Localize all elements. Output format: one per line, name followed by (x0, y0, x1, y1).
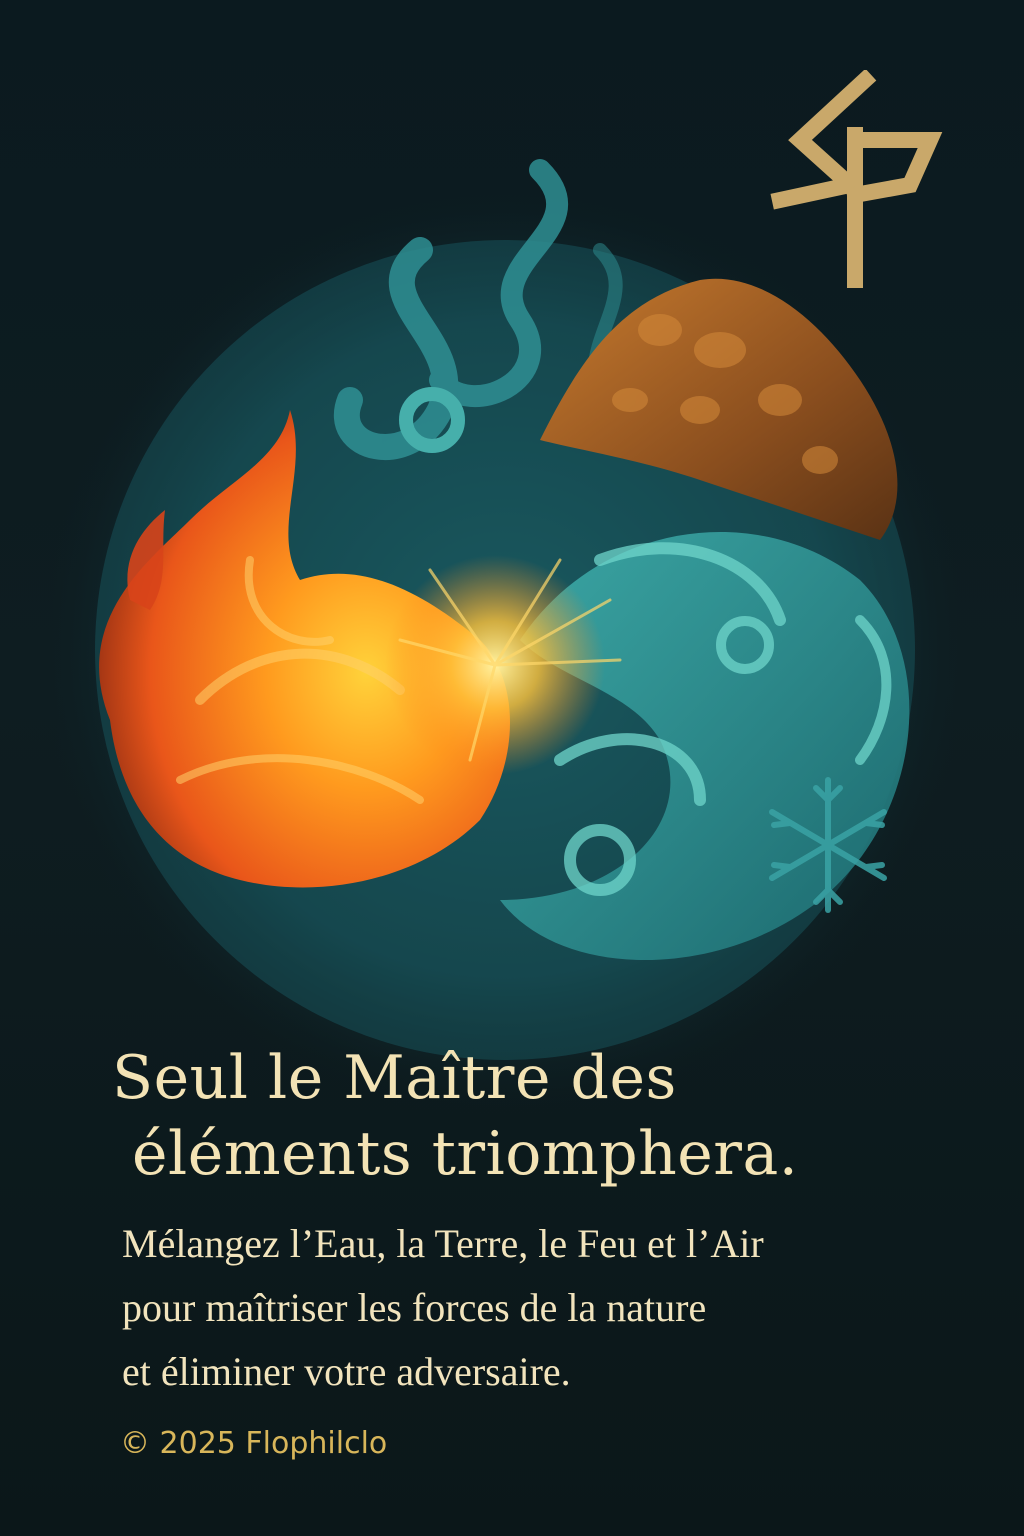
card-poster: Seul le Maître des éléments triomphera. … (0, 0, 1024, 1536)
card-title: Seul le Maître des éléments triomphera. (112, 1040, 932, 1192)
sp-monogram-logo (770, 70, 943, 288)
title-line-1: Seul le Maître des (112, 1043, 677, 1113)
title-line-2: éléments triomphera. (132, 1119, 799, 1189)
description-line-2: pour maîtriser les forces de la nature (122, 1285, 707, 1330)
description-line-1: Mélangez l’Eau, la Terre, le Feu et l’Ai… (122, 1221, 764, 1266)
copyright-notice: © 2025 Flophilclo (120, 1426, 388, 1461)
description-line-3: et éliminer votre adversaire. (122, 1349, 571, 1394)
card-description: Mélangez l’Eau, la Terre, le Feu et l’Ai… (122, 1212, 982, 1404)
